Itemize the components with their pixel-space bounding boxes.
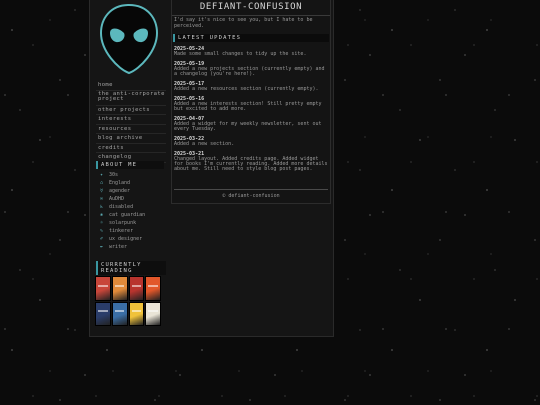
about-item: ☿ agender xyxy=(97,187,167,195)
about-item-label: disabled xyxy=(109,204,134,210)
quill-icon: ✒ xyxy=(100,244,104,250)
book-title-stripe xyxy=(114,310,125,313)
title-divider xyxy=(172,15,330,16)
nav-item-home[interactable]: home xyxy=(96,81,166,91)
about-item: ✎ tinkerer xyxy=(97,227,167,235)
book-title-stripe xyxy=(98,310,108,313)
birthday-icon: ✦ xyxy=(100,172,104,178)
book-cover[interactable] xyxy=(145,276,161,301)
book-cover[interactable] xyxy=(111,276,128,301)
about-item-label: ux designer xyxy=(109,236,143,242)
nav-item-interests[interactable]: interests xyxy=(96,115,166,125)
book-cover[interactable] xyxy=(128,301,145,326)
book-cover[interactable] xyxy=(128,276,145,301)
footer-text: © defiant-confusion xyxy=(222,193,280,199)
book-title-stripe xyxy=(148,310,158,313)
book-title-stripe xyxy=(131,310,142,313)
update-entry: 2025-04-07 Added a widget for my weekly n… xyxy=(174,116,328,132)
update-entry: 2025-05-16 Added a new interests section!… xyxy=(174,96,328,112)
update-text: Changed layout. Added credits page. Adde… xyxy=(174,156,328,172)
gender-icon: ☿ xyxy=(100,188,104,194)
about-list: ✦ 30s ⌂ England ☿ agender ∞ AuDHD ♿ disabled ❀ cat … xyxy=(97,171,167,251)
book-covers xyxy=(95,276,161,326)
book-title-stripe xyxy=(148,284,158,287)
about-item: ❀ cat guardian xyxy=(97,211,167,219)
accessibility-icon: ♿ xyxy=(100,204,104,210)
about-item: ✒ writer xyxy=(97,243,167,251)
about-item-label: solarpunk xyxy=(109,220,137,226)
pencil-icon: ✐ xyxy=(100,236,104,242)
update-text: Added a new section. xyxy=(174,141,235,147)
sidebar: home the anti-corporate project other proj… xyxy=(92,0,166,336)
reading-title: CURRENTLY READING xyxy=(96,261,166,275)
updates-list: 2025-05-24 Made some small changes to tid… xyxy=(174,46,328,176)
book-cover[interactable] xyxy=(145,301,161,326)
nav-item-resources[interactable]: resources xyxy=(96,125,166,134)
update-text: Added a new projects section (currently … xyxy=(174,66,325,77)
book-title-stripe xyxy=(114,284,125,287)
about-item-label: tinkerer xyxy=(109,228,134,234)
main-content: DEFIANT-CONFUSION I'd say it's nice to s… xyxy=(171,0,331,204)
about-item-label: AuDHD xyxy=(109,196,125,202)
about-item: ✦ 30s xyxy=(97,171,167,179)
about-item: ✐ ux designer xyxy=(97,235,167,243)
paw-icon: ❀ xyxy=(100,212,104,218)
update-entry: 2025-03-22 Added a new section. xyxy=(174,136,328,147)
site-container: home the anti-corporate project other proj… xyxy=(89,0,334,337)
nav-item-the-anti-corporate-project[interactable]: the anti-corporate project xyxy=(96,91,166,106)
about-title: ABOUT ME xyxy=(96,161,164,169)
main-nav: home the anti-corporate project other proj… xyxy=(96,81,166,163)
update-entry: 2025-05-17 Added a new resources section … xyxy=(174,81,328,92)
book-cover[interactable] xyxy=(111,301,128,326)
about-item-label: writer xyxy=(109,244,128,250)
about-item-label: cat guardian xyxy=(109,212,146,218)
nav-item-blog-archive[interactable]: blog archive xyxy=(96,134,166,144)
alien-logo xyxy=(99,3,159,75)
about-item: ⌂ England xyxy=(97,179,167,187)
about-item-label: England xyxy=(109,180,131,186)
about-item: ♿ disabled xyxy=(97,203,167,211)
updates-title: LATEST UPDATES xyxy=(173,34,329,42)
update-entry: 2025-03-21 Changed layout. Added credits … xyxy=(174,151,328,172)
nav-item-credits[interactable]: credits xyxy=(96,144,166,153)
about-item-label: 30s xyxy=(109,172,119,178)
about-item: ∞ AuDHD xyxy=(97,195,167,203)
book-title-stripe xyxy=(98,284,108,287)
update-text: Added a new resources section (currently… xyxy=(174,86,319,92)
sun-icon: ☼ xyxy=(100,220,104,226)
location-icon: ⌂ xyxy=(100,180,104,186)
update-entry: 2025-05-24 Made some small changes to tid… xyxy=(174,46,328,57)
update-entry: 2025-05-19 Added a new projects section (… xyxy=(174,61,328,77)
update-text: Added a widget for my weekly newsletter,… xyxy=(174,121,322,132)
about-item: ☼ solarpunk xyxy=(97,219,167,227)
nav-item-other-projects[interactable]: other projects xyxy=(96,106,166,115)
book-cover[interactable] xyxy=(95,301,111,326)
infinity-icon: ∞ xyxy=(100,196,104,202)
intro-text: I'd say it's nice to see you, but I hate… xyxy=(174,17,313,29)
about-item-label: agender xyxy=(109,188,131,194)
wrench-icon: ✎ xyxy=(100,228,104,234)
book-cover[interactable] xyxy=(95,276,111,301)
update-text: Made some small changes to tidy up the s… xyxy=(174,51,307,57)
footer-divider xyxy=(174,189,328,190)
update-text: Added a new interests section! Still pre… xyxy=(174,101,322,112)
site-title[interactable]: DEFIANT-CONFUSION xyxy=(172,2,330,12)
book-title-stripe xyxy=(131,284,142,287)
